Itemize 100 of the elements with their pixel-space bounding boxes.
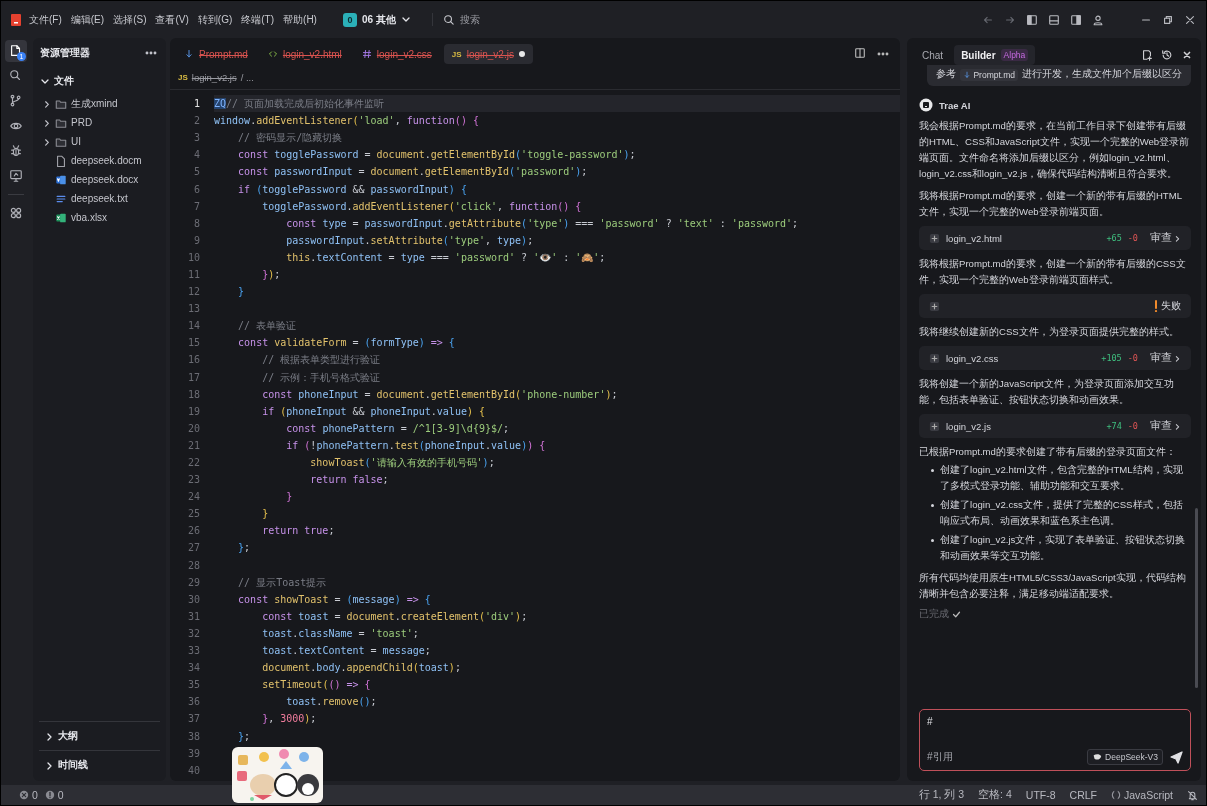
breadcrumb-item[interactable]: / ...: [240, 72, 254, 83]
check-icon: [952, 610, 961, 619]
line-number: 4: [192, 149, 201, 161]
right-panel-icon[interactable]: [1070, 13, 1082, 26]
file-tree-item[interactable]: vba.xlsx: [33, 208, 166, 227]
file-tree-item[interactable]: UI: [33, 132, 166, 151]
expand-icon[interactable]: [929, 300, 940, 312]
removed-lines: -0: [1127, 353, 1138, 363]
expand-icon[interactable]: [929, 420, 940, 432]
line-number: 38: [186, 730, 201, 742]
alpha-badge: Alpha: [1000, 49, 1029, 61]
code-line: this.textContent = type === 'password' ? '👁' : '🙈';: [285, 250, 607, 265]
menu-item[interactable]: 选择(S): [113, 12, 147, 27]
line-number: 33: [186, 645, 201, 657]
model-selector[interactable]: DeepSeek-V3: [1087, 749, 1163, 765]
warnings-indicator[interactable]: 0: [44, 789, 64, 801]
editor-tab[interactable]: login_v2.css: [353, 44, 440, 64]
panel-tab[interactable]: Chat: [915, 45, 951, 65]
close-icon[interactable]: [1184, 13, 1196, 26]
menu-item[interactable]: 编辑(E): [70, 12, 105, 27]
message-text: 我将根据Prompt.md的要求，创建一个新的带有后缀的HTML文件，实现一个完整的Web登录前端页面。: [919, 189, 1184, 219]
code-line: return true;: [261, 524, 336, 539]
message-text: 所有代码均使用原生HTML5/CSS3/JavaScript实现，代码结构清晰并包含必要注释，满足移动端适配要求。: [919, 571, 1187, 601]
line-number: 27: [186, 542, 201, 554]
workspace-button[interactable]: 0 06 其他: [338, 10, 414, 29]
file-tree-item[interactable]: PRD: [33, 113, 166, 132]
line-number: 37: [186, 713, 201, 725]
code-line: passwordInput.setAttribute('type', type);: [285, 233, 535, 248]
menu-item[interactable]: 文件(F): [29, 12, 62, 27]
bottom-panel-icon[interactable]: [1048, 13, 1060, 26]
menu-item[interactable]: 终端(T): [241, 12, 275, 27]
file-tree-item[interactable]: deepseek.docm: [33, 151, 166, 170]
status-item[interactable]: CRLF: [1069, 789, 1097, 801]
modified-dot: [518, 51, 525, 57]
markdown-icon: [963, 70, 972, 79]
line-number: 26: [186, 525, 201, 537]
code-line: togglePassword.addEventListener('click', function() {: [261, 199, 583, 214]
panel-header[interactable]: 时间线: [39, 750, 160, 781]
bullet-icon: [931, 469, 934, 472]
menu-item[interactable]: 帮助(H): [283, 12, 317, 27]
status-item[interactable]: UTF-8: [1025, 789, 1056, 801]
account-icon[interactable]: [1092, 13, 1104, 26]
bell-off-icon[interactable]: [1187, 789, 1198, 801]
split-editor-icon[interactable]: [854, 47, 866, 59]
menu-item[interactable]: 查看(V): [155, 12, 189, 27]
message-input[interactable]: #: [927, 716, 1183, 749]
file-tree-item[interactable]: deepseek.txt: [33, 189, 166, 208]
new-chat-icon[interactable]: [1141, 49, 1153, 61]
editor-tab[interactable]: JS login_v2.js: [443, 44, 533, 64]
menu-item[interactable]: 转到(G): [197, 12, 233, 27]
restore-icon[interactable]: [1162, 13, 1174, 26]
review-button[interactable]: 审查: [1150, 231, 1181, 245]
code-line: // 示例：手机号格式验证: [261, 370, 382, 385]
review-button[interactable]: 审查: [1150, 419, 1181, 433]
branch-icon: [9, 94, 23, 108]
panel-header[interactable]: 大纲: [39, 721, 160, 750]
status-item[interactable]: 空格: 4: [978, 788, 1012, 802]
chevron-icon: [1174, 422, 1181, 430]
search-field[interactable]: 搜索: [457, 13, 522, 26]
chat-input-field[interactable]: # #引用 DeepSeek-V3: [919, 709, 1191, 771]
bug-icon: [9, 144, 23, 158]
file-name: login_v2.js: [946, 420, 992, 432]
editor-tab[interactable]: Prompt.md: [176, 44, 256, 64]
code-line: if (phoneInput && phoneInput.value) {: [261, 404, 486, 419]
file-chip[interactable]: Prompt.md: [960, 68, 1018, 81]
send-icon[interactable]: [1169, 750, 1183, 764]
code-line: if (!phonePattern.test(phoneInput.value)) {: [285, 438, 547, 453]
line-number: 8: [192, 217, 201, 229]
breadcrumb-item[interactable]: login_v2.js: [191, 72, 237, 83]
file-tree-item[interactable]: deepseek.docx: [33, 170, 166, 189]
language-mode[interactable]: JavaScript: [1110, 789, 1173, 801]
left-panel-icon[interactable]: [1026, 13, 1038, 26]
file-tree-item[interactable]: 生成xmind: [33, 94, 166, 113]
editor-tab[interactable]: login_v2.html: [259, 44, 350, 64]
panel-tab[interactable]: Builder Alpha: [954, 45, 1036, 65]
braces-icon: [1110, 790, 1121, 800]
code-line: const phonePattern = /^1[3-9]\d{9}$/;: [285, 421, 511, 436]
code-line: return false;: [309, 473, 390, 488]
scrollbar[interactable]: [1195, 508, 1198, 688]
markdown-icon: [184, 49, 194, 59]
expand-icon[interactable]: [929, 232, 940, 244]
code-line: };: [237, 541, 252, 556]
code-line: window.addEventListener('load', function() {: [214, 114, 480, 129]
message-text: 进行开发，生成文件加个后缀以区分: [1022, 68, 1182, 81]
close-icon[interactable]: [1181, 49, 1193, 61]
folder-icon: [55, 135, 67, 148]
review-button[interactable]: 审查: [1150, 351, 1181, 365]
line-number: 31: [186, 610, 201, 622]
assistant-avatar-icon: [919, 98, 933, 112]
history-icon[interactable]: [1161, 49, 1173, 61]
line-number: 16: [186, 354, 201, 366]
status-item[interactable]: 行 1, 列 3: [918, 788, 965, 802]
section-header[interactable]: 文件: [33, 66, 166, 94]
reference-button[interactable]: #引用: [927, 750, 953, 764]
errors-indicator[interactable]: 0: [19, 789, 38, 801]
expand-icon[interactable]: [929, 352, 940, 364]
code-line: toast.className = 'toast';: [261, 626, 420, 641]
code-line: }: [237, 285, 246, 300]
code-line: };: [237, 729, 252, 744]
model-logo-icon: [1092, 752, 1103, 762]
